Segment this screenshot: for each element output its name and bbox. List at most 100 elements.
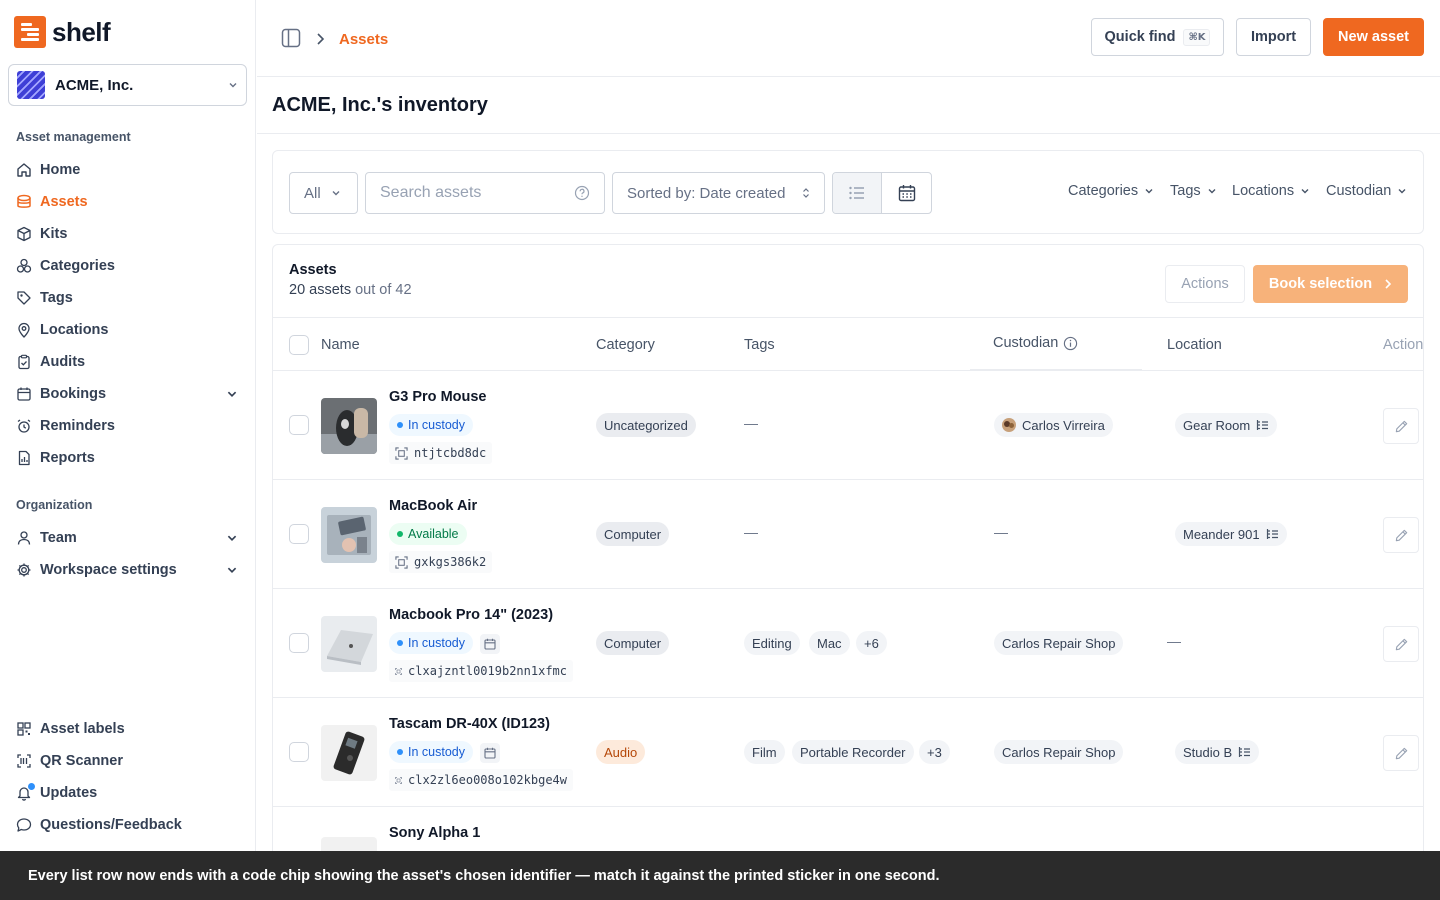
info-icon[interactable] <box>1063 336 1078 351</box>
sidebar-item-audits[interactable]: Audits <box>16 348 244 376</box>
asset-code: clx2zl6eo008o102kbge4w <box>408 773 567 787</box>
edit-asset-button[interactable] <box>1383 626 1419 662</box>
asset-name[interactable]: MacBook Air <box>389 498 477 514</box>
sidebar-item-label: Kits <box>40 226 68 242</box>
search-input[interactable]: Search assets <box>365 172 605 214</box>
sidebar-toggle-icon[interactable] <box>281 28 301 48</box>
list-view-button[interactable] <box>833 173 882 213</box>
sidebar-item-updates[interactable]: Updates <box>16 779 244 807</box>
quick-find-button[interactable]: Quick find ⌘K <box>1091 18 1224 56</box>
category-badge: Computer <box>596 631 670 655</box>
asset-thumbnail[interactable] <box>321 725 377 781</box>
tag-badge: Mac <box>809 631 850 655</box>
column-tags[interactable]: Tags <box>744 337 775 353</box>
code-chip: ntjtcbd8dc <box>389 442 493 464</box>
sidebar-item-categories[interactable]: Categories <box>16 252 244 280</box>
sidebar-item-tags[interactable]: Tags <box>16 284 244 312</box>
table-row[interactable]: Tascam DR-40X (ID123) In custody clx2zl6… <box>273 698 1423 807</box>
actions-button[interactable]: Actions <box>1165 265 1245 303</box>
asset-name[interactable]: G3 Pro Mouse <box>389 389 487 405</box>
categories-icon <box>16 258 32 274</box>
booking-calendar-icon[interactable] <box>480 743 500 763</box>
sidebar-item-kits[interactable]: Kits <box>16 220 244 248</box>
tags-filter[interactable]: Tags <box>1170 183 1217 199</box>
location-badge[interactable]: Gear Room <box>1175 413 1278 437</box>
table-row[interactable]: G3 Pro Mouse In custody ntjtcbd8dc Uncat… <box>273 371 1423 480</box>
sidebar-item-bookings[interactable]: Bookings <box>16 380 244 408</box>
column-category[interactable]: Category <box>596 337 655 353</box>
status-filter-select[interactable]: All <box>289 172 358 214</box>
help-circle-icon[interactable] <box>574 185 590 201</box>
workspace-selector[interactable]: ACME, Inc. <box>8 64 247 106</box>
sidebar: shelf ACME, Inc. Asset management Home A… <box>0 0 256 900</box>
sidebar-item-locations[interactable]: Locations <box>16 316 244 344</box>
column-custodian[interactable]: Custodian <box>993 335 1078 351</box>
bell-icon <box>16 783 35 801</box>
logo-mark-icon <box>14 16 46 48</box>
calendar-view-button[interactable] <box>882 173 931 213</box>
asset-thumbnail[interactable] <box>321 507 377 563</box>
tags-more-badge[interactable]: +6 <box>856 631 887 655</box>
location-badge[interactable]: Meander 901 <box>1175 522 1287 546</box>
sidebar-item-label: Locations <box>40 322 109 338</box>
location-badge[interactable]: Studio B <box>1175 740 1260 764</box>
edit-asset-button[interactable] <box>1383 735 1419 771</box>
sidebar-item-assets[interactable]: Assets <box>16 188 244 216</box>
asset-code: gxkgs386k2 <box>414 555 487 569</box>
sidebar-item-label: Questions/Feedback <box>40 817 182 833</box>
booking-calendar-icon[interactable] <box>480 634 500 654</box>
scanner-icon <box>16 753 32 769</box>
locations-filter[interactable]: Locations <box>1232 183 1310 199</box>
table-row[interactable]: MacBook Air Available gxkgs386k2 Compute… <box>273 480 1423 589</box>
search-placeholder: Search assets <box>380 184 482 201</box>
column-location[interactable]: Location <box>1167 337 1222 353</box>
sidebar-item-team[interactable]: Team <box>16 524 244 552</box>
sort-select[interactable]: Sorted by: Date created <box>612 172 825 214</box>
sidebar-item-reminders[interactable]: Reminders <box>16 412 244 440</box>
asset-count-value: 20 assets <box>289 282 352 298</box>
avatar <box>1002 418 1016 432</box>
sidebar-item-home[interactable]: Home <box>16 156 244 184</box>
status-badge: In custody <box>389 741 473 763</box>
row-checkbox[interactable] <box>289 633 309 653</box>
select-all-checkbox[interactable] <box>289 335 309 355</box>
categories-filter[interactable]: Categories <box>1068 183 1154 199</box>
book-selection-button[interactable]: Book selection <box>1253 265 1408 303</box>
sidebar-item-reports[interactable]: Reports <box>16 444 244 472</box>
row-checkbox[interactable] <box>289 415 309 435</box>
sidebar-item-workspace-settings[interactable]: Workspace settings <box>16 556 244 584</box>
announcement-toast: Every list row now ends with a code chip… <box>0 851 1440 900</box>
location-pin-icon <box>16 322 32 338</box>
keyboard-shortcut: ⌘K <box>1183 28 1211 46</box>
table-row[interactable]: Macbook Pro 14" (2023) In custody clxajz… <box>273 589 1423 698</box>
breadcrumb[interactable]: Assets <box>339 31 388 48</box>
status-label: In custody <box>408 745 465 759</box>
page-title: ACME, Inc.'s inventory <box>272 94 488 116</box>
edit-asset-button[interactable] <box>1383 408 1419 444</box>
code-chip: clxajzntl0019b2nn1xfmc <box>389 660 573 682</box>
table-header: Name Category Tags Custodian Location Ac… <box>273 317 1423 371</box>
sidebar-item-label: Reminders <box>40 418 115 434</box>
new-asset-button[interactable]: New asset <box>1323 18 1424 56</box>
edit-asset-button[interactable] <box>1383 517 1419 553</box>
row-checkbox[interactable] <box>289 742 309 762</box>
asset-name[interactable]: Tascam DR-40X (ID123) <box>389 716 550 732</box>
custodian-filter[interactable]: Custodian <box>1326 183 1407 199</box>
asset-name[interactable]: Sony Alpha 1 <box>389 825 480 841</box>
qr-code-icon <box>395 555 408 569</box>
shelf-logo[interactable]: shelf <box>14 16 111 48</box>
sidebar-item-qr-scanner[interactable]: QR Scanner <box>16 747 244 775</box>
status-label: Available <box>408 527 459 541</box>
column-name[interactable]: Name <box>321 337 360 353</box>
row-checkbox[interactable] <box>289 524 309 544</box>
section-asset-management: Asset management <box>16 130 131 144</box>
tags-more-badge[interactable]: +3 <box>919 740 950 764</box>
kits-icon <box>16 226 32 242</box>
sidebar-item-asset-labels[interactable]: Asset labels <box>16 715 244 743</box>
asset-thumbnail[interactable] <box>321 616 377 672</box>
status-filter-value: All <box>304 184 321 202</box>
import-button[interactable]: Import <box>1236 18 1311 56</box>
asset-thumbnail[interactable] <box>321 398 377 454</box>
asset-name[interactable]: Macbook Pro 14" (2023) <box>389 607 553 623</box>
sidebar-item-feedback[interactable]: Questions/Feedback <box>16 811 244 839</box>
